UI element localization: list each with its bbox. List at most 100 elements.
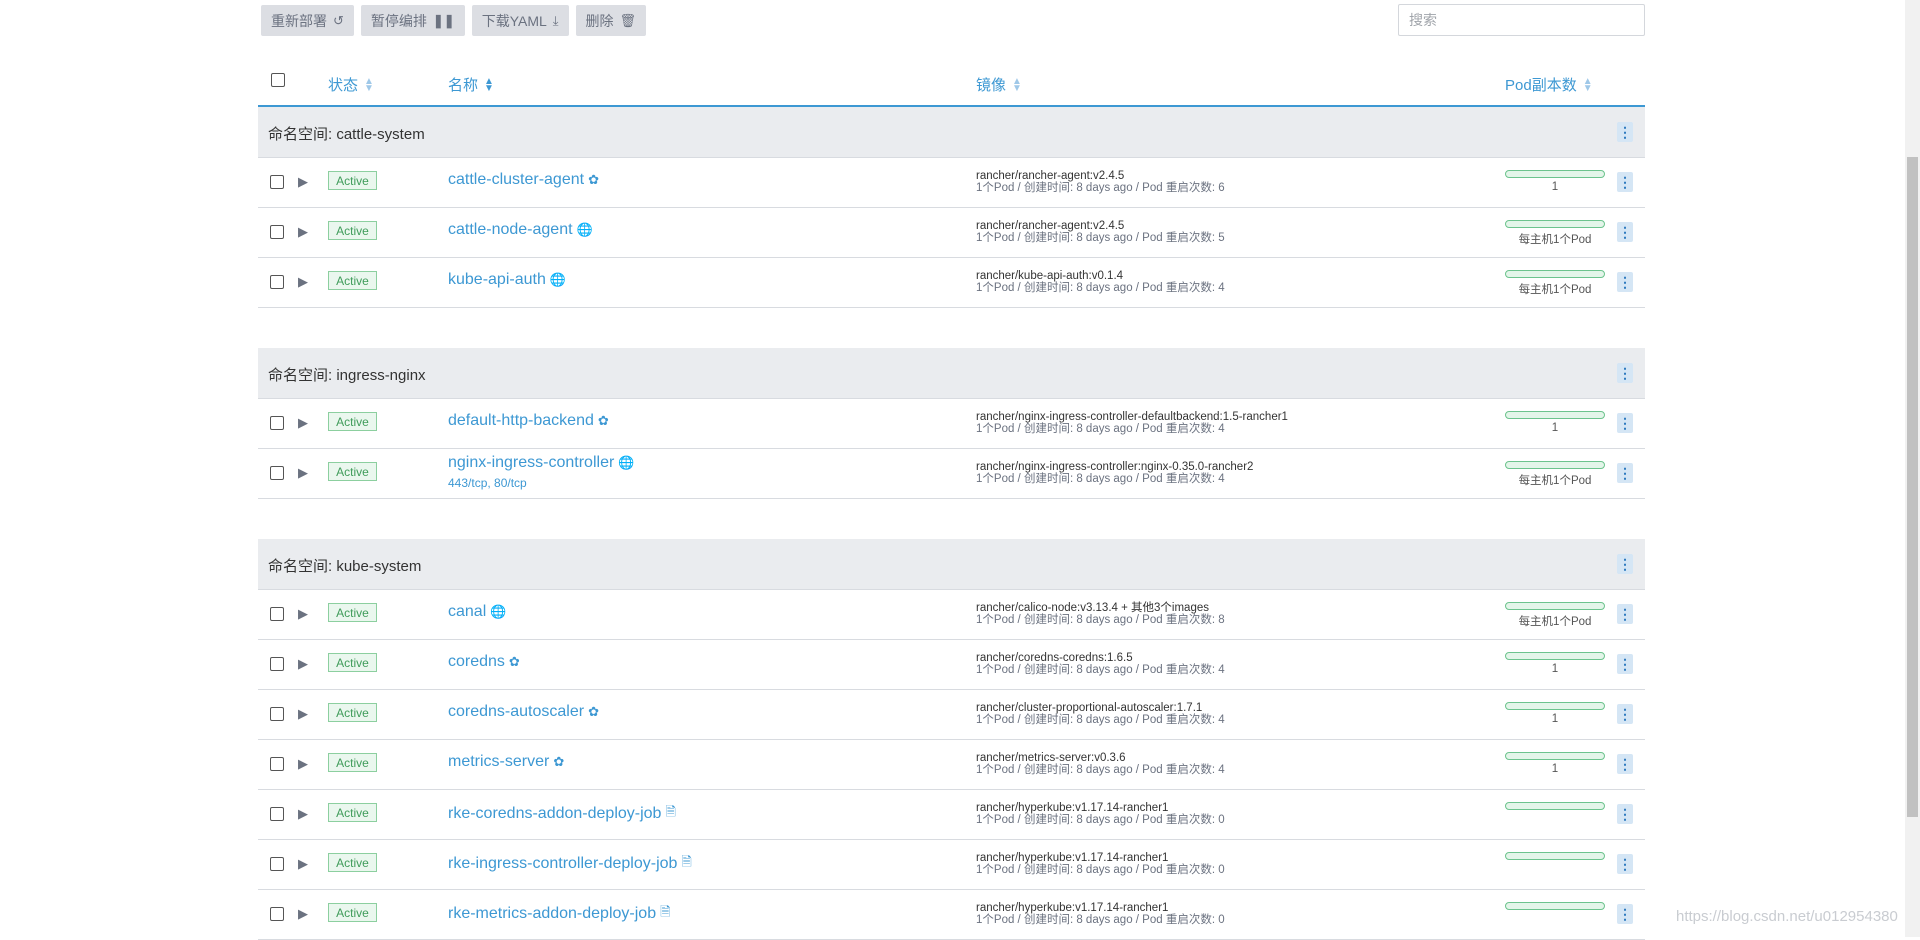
workload-name[interactable]: rke-ingress-controller-deploy-job [448,855,677,873]
row-menu-button[interactable]: ⋮ [1617,754,1633,774]
table-row: ▶ Active kube-api-auth 🌐 rancher/kube-api-au… [258,258,1645,308]
expand-icon[interactable]: ▶ [298,906,308,922]
workload-name[interactable]: coredns-autoscaler [448,703,584,721]
trash-icon: 🗑 [619,12,637,28]
row-checkbox[interactable] [270,807,284,821]
pause-button[interactable]: 暂停编排 ❚❚ [360,5,465,36]
image-cell: rancher/nginx-ingress-controller-default… [976,411,1288,435]
workload-name[interactable]: kube-api-auth [448,271,546,289]
row-menu-button[interactable]: ⋮ [1617,463,1633,483]
row-checkbox[interactable] [270,416,284,430]
globe-icon: 🌐 [549,272,567,287]
row-checkbox[interactable] [270,907,284,921]
workload-name-link[interactable]: metrics-server ✿ [448,753,564,771]
image-name: rancher/calico-node:v3.13.4 + 其他3个images [976,602,1209,614]
workload-name-link[interactable]: coredns-autoscaler ✿ [448,703,599,721]
pod-count-label: 每主机1个Pod [1518,616,1592,628]
row-checkbox[interactable] [270,175,284,189]
row-menu-button[interactable]: ⋮ [1617,272,1633,292]
pod-scale-cell: 每主机1个Pod [1505,461,1605,488]
workload-name[interactable]: cattle-node-agent [448,221,573,239]
group-menu-button[interactable]: ⋮ [1617,554,1633,574]
row-menu-button[interactable]: ⋮ [1617,804,1633,824]
workload-name[interactable]: default-http-backend [448,412,594,430]
pause-icon: ❚❚ [432,12,455,28]
expand-icon[interactable]: ▶ [298,224,308,240]
image-name: rancher/hyperkube:v1.17.14-rancher1 [976,802,1169,814]
row-menu-button[interactable]: ⋮ [1617,904,1633,924]
expand-icon[interactable]: ▶ [298,174,308,190]
workload-name-link[interactable]: canal 🌐 [448,603,506,621]
expand-icon[interactable]: ▶ [298,415,308,431]
workload-name[interactable]: rke-coredns-addon-deploy-job [448,805,661,823]
column-name[interactable]: 名称 ▲ ▼ [448,74,494,95]
pod-progress-bar [1505,220,1605,228]
group-menu-button[interactable]: ⋮ [1617,363,1633,383]
expand-icon[interactable]: ▶ [298,606,308,622]
redeploy-button[interactable]: 重新部署 ↺ [261,5,354,36]
column-image[interactable]: 镜像 ▲ ▼ [976,74,1022,95]
workload-meta: 1个Pod / 创建时间: 8 days ago / Pod 重启次数: 0 [976,864,1225,876]
column-state[interactable]: 状态 ▲ ▼ [328,74,374,95]
pod-progress-bar [1505,852,1605,860]
row-checkbox[interactable] [270,757,284,771]
workload-name[interactable]: canal [448,603,486,621]
status-badge: Active [328,271,377,290]
scrollbar-thumb[interactable] [1907,157,1918,817]
expand-icon[interactable]: ▶ [298,756,308,772]
workload-meta: 1个Pod / 创建时间: 8 days ago / Pod 重启次数: 4 [976,714,1225,726]
row-checkbox[interactable] [270,607,284,621]
column-state-label: 状态 [328,77,359,94]
workload-name[interactable]: metrics-server [448,753,549,771]
row-checkbox[interactable] [270,657,284,671]
row-menu-button[interactable]: ⋮ [1617,222,1633,242]
pod-progress-bar [1505,652,1605,660]
download-yaml-button[interactable]: 下载YAML ⤓ [471,5,569,36]
workload-name-link[interactable]: rke-metrics-addon-deploy-job 🗎 [448,903,671,925]
expand-icon[interactable]: ▶ [298,806,308,822]
row-checkbox[interactable] [270,466,284,480]
pod-progress-bar [1505,270,1605,278]
expand-icon[interactable]: ▶ [298,465,308,481]
workload-name-link[interactable]: cattle-cluster-agent ✿ [448,171,599,189]
row-menu-button[interactable]: ⋮ [1617,413,1633,433]
expand-icon[interactable]: ▶ [298,274,308,290]
group-menu-button[interactable]: ⋮ [1617,122,1633,142]
row-checkbox[interactable] [270,225,284,239]
column-image-label: 镜像 [976,77,1007,94]
workload-name[interactable]: nginx-ingress-controller [448,454,614,472]
row-menu-button[interactable]: ⋮ [1617,604,1633,624]
row-checkbox[interactable] [270,707,284,721]
workload-name[interactable]: rke-metrics-addon-deploy-job [448,905,656,923]
row-checkbox[interactable] [270,857,284,871]
expand-icon[interactable]: ▶ [298,856,308,872]
redeploy-label: 重新部署 [271,12,327,29]
workload-name-link[interactable]: kube-api-auth 🌐 [448,271,566,289]
search-input[interactable]: 搜索 [1398,4,1645,36]
delete-button[interactable]: 删除 🗑 [575,5,647,36]
workload-name-link[interactable]: rke-ingress-controller-deploy-job 🗎 [448,853,692,875]
row-menu-button[interactable]: ⋮ [1617,704,1633,724]
workload-name-link[interactable]: rke-coredns-addon-deploy-job 🗎 [448,803,676,825]
row-menu-button[interactable]: ⋮ [1617,654,1633,674]
workload-name[interactable]: cattle-cluster-agent [448,171,584,189]
pod-scale-cell [1505,852,1605,860]
workload-name-link[interactable]: default-http-backend ✿ [448,412,609,430]
redo-icon: ↺ [333,12,344,28]
workload-name[interactable]: coredns [448,653,505,671]
workload-name-link[interactable]: coredns ✿ [448,653,520,671]
workload-ports[interactable]: 443/tcp, 80/tcp [448,476,634,490]
row-checkbox[interactable] [270,275,284,289]
row-menu-button[interactable]: ⋮ [1617,854,1633,874]
table-row: ▶ Active rke-metrics-addon-deploy-job 🗎 ranc… [258,890,1645,940]
workload-name-link[interactable]: nginx-ingress-controller 🌐 [448,454,634,472]
expand-icon[interactable]: ▶ [298,706,308,722]
expand-icon[interactable]: ▶ [298,656,308,672]
select-all-checkbox[interactable] [271,73,285,87]
column-pods[interactable]: Pod副本数 ▲ ▼ [1505,74,1593,95]
row-menu-button[interactable]: ⋮ [1617,172,1633,192]
status-badge: Active [328,703,377,722]
workload-name-link[interactable]: cattle-node-agent 🌐 [448,221,593,239]
pod-scale-cell: 1 [1505,752,1605,775]
